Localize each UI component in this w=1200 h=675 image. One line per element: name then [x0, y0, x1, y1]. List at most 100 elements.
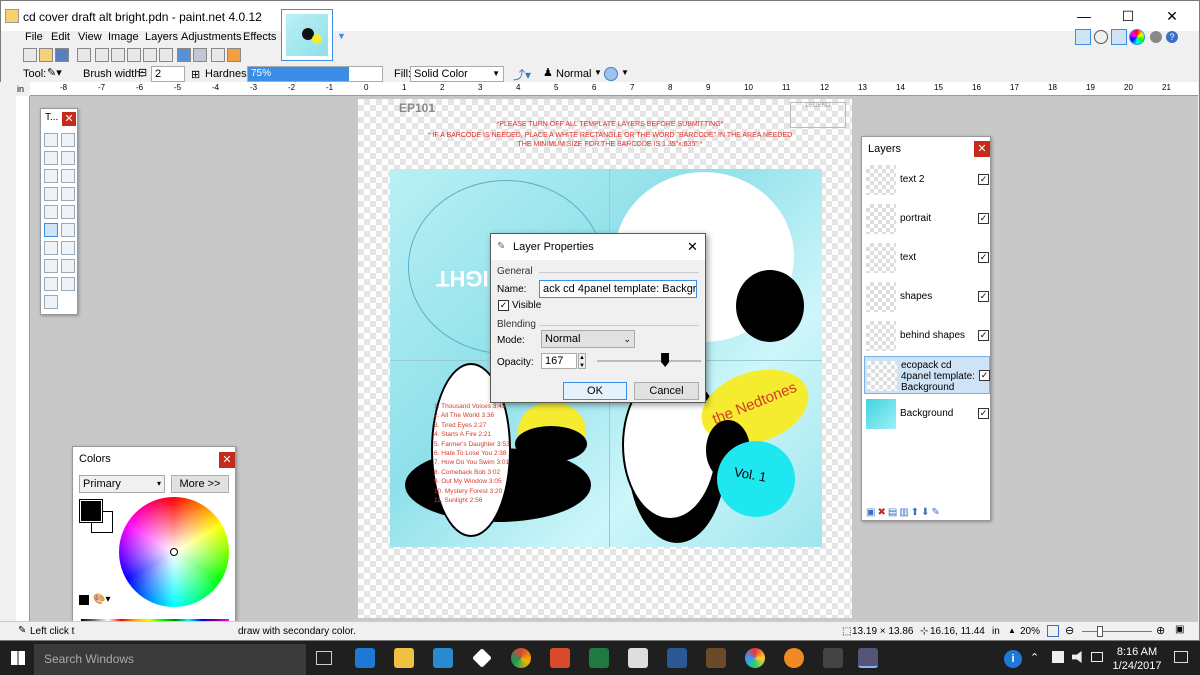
layer-name-input[interactable]: ack cd 4panel template: Background [539, 280, 697, 298]
zoom-in-icon[interactable]: ⊕ [1156, 624, 1165, 637]
menu-image[interactable]: Image [108, 31, 139, 43]
more-colors-button[interactable]: More >> [171, 475, 229, 493]
merge-layer-icon[interactable]: ▥ [899, 507, 910, 518]
app-icon-3[interactable] [433, 648, 453, 668]
opacity-slider-track[interactable] [597, 360, 701, 362]
menu-file[interactable]: File [25, 31, 43, 43]
hardness-slider[interactable]: 75% [247, 66, 383, 82]
color-wheel-cursor[interactable] [170, 548, 178, 556]
shapes-tool-icon[interactable] [44, 295, 58, 309]
blend-mode-select[interactable]: Normal ⌄ [541, 330, 635, 348]
actual-size-icon[interactable]: ▣ [1175, 624, 1184, 635]
units-select[interactable]: in [992, 626, 1000, 637]
layer-properties-icon[interactable]: ✎ [932, 507, 942, 518]
move-layer-up-icon[interactable]: ⬆ [911, 507, 921, 518]
app-icon-11[interactable] [745, 648, 765, 668]
menu-effects[interactable]: Effects [243, 31, 276, 43]
word-icon[interactable] [667, 648, 687, 668]
windows-start-icon[interactable] [11, 651, 25, 665]
layer-visibility-checkbox[interactable]: ✓ [978, 174, 989, 185]
paint-bucket-tool-icon[interactable] [44, 205, 58, 219]
menu-adjustments[interactable]: Adjustments [181, 31, 242, 43]
text-tool-icon[interactable] [44, 277, 58, 291]
zoom-slider-thumb[interactable] [1097, 626, 1103, 637]
layer-row[interactable]: shapes ✓ [864, 278, 990, 316]
zoom-slider-track[interactable] [1082, 631, 1152, 632]
message-icon[interactable] [1091, 652, 1103, 662]
brush-width-input[interactable]: 2 [151, 66, 185, 82]
layer-row[interactable]: text 2 ✓ [864, 161, 990, 199]
fill-select[interactable]: Solid Color ▼ [410, 66, 504, 82]
app-icon-12[interactable] [784, 648, 804, 668]
close-button[interactable]: ✕ [1149, 1, 1195, 31]
undo-icon[interactable] [177, 48, 191, 62]
paintbrush-icon[interactable]: ✎▾ [47, 66, 69, 82]
layer-visibility-checkbox[interactable]: ✓ [978, 252, 989, 263]
blend-mode-value[interactable]: Normal [556, 68, 591, 80]
layer-visibility-checkbox[interactable]: ✓ [979, 370, 990, 381]
dialog-close-button[interactable]: ✕ [687, 239, 698, 255]
line-curve-tool-icon[interactable] [61, 277, 75, 291]
edge-icon[interactable] [355, 648, 375, 668]
add-layer-icon[interactable]: ▣ [866, 507, 877, 518]
menu-layers[interactable]: Layers [145, 31, 178, 43]
powerpoint-icon[interactable] [550, 648, 570, 668]
magic-wand-tool-icon[interactable] [44, 187, 58, 201]
clone-stamp-tool-icon[interactable] [44, 259, 58, 273]
ok-button[interactable]: OK [563, 382, 627, 400]
move-selection-tool-icon[interactable] [61, 133, 75, 147]
app-icon-10[interactable] [706, 648, 726, 668]
network-icon[interactable] [1052, 651, 1064, 663]
color-picker-tool-icon[interactable] [61, 241, 75, 255]
brush-width-increase-icon[interactable]: ⊞ [191, 68, 200, 81]
chevron-down-icon[interactable]: ▼ [621, 68, 629, 77]
info-notification-icon[interactable]: i [1004, 650, 1022, 668]
app-icon-13[interactable] [823, 648, 843, 668]
layers-panel-close-button[interactable]: ✕ [974, 141, 990, 157]
chevron-down-icon[interactable]: ▼ [594, 68, 602, 77]
rectangle-select-tool-icon[interactable] [44, 133, 58, 147]
layer-visibility-checkbox[interactable]: ✓ [978, 330, 989, 341]
zoom-tool-icon[interactable] [61, 169, 75, 183]
taskbar-time[interactable]: 8:16 AM [1112, 646, 1162, 658]
opacity-slider-thumb[interactable] [661, 353, 670, 367]
layer-row[interactable]: behind shapes ✓ [864, 317, 990, 355]
open-icon[interactable] [39, 48, 53, 62]
minimize-button[interactable]: — [1061, 1, 1107, 31]
ellipse-select-tool-icon[interactable] [44, 169, 58, 183]
layer-visibility-checkbox[interactable]: ✓ [978, 408, 989, 419]
action-center-icon[interactable] [1174, 651, 1188, 663]
grid-icon[interactable] [211, 48, 225, 62]
chevron-down-icon[interactable]: ▲ [1008, 626, 1016, 635]
palette-menu-icon[interactable]: 🎨▾ [93, 594, 110, 605]
pan-tool-icon[interactable] [61, 187, 75, 201]
paintnet-taskbar-icon[interactable] [858, 648, 878, 668]
move-layer-down-icon[interactable]: ⬇ [921, 507, 931, 518]
menu-view[interactable]: View [78, 31, 102, 43]
lasso-select-tool-icon[interactable] [44, 151, 58, 165]
opacity-spinner[interactable]: ▲ ▼ [578, 353, 586, 369]
layer-visibility-checkbox[interactable]: ✓ [978, 213, 989, 224]
blend-mode-icon[interactable]: ♟ [543, 66, 553, 79]
save-icon[interactable] [55, 48, 69, 62]
visible-checkbox[interactable]: ✓ [498, 300, 509, 311]
layer-row[interactable]: ecopack cd 4panel template: Background ✓ [864, 356, 990, 394]
paintbrush-tool-icon[interactable] [44, 223, 58, 237]
cut-icon[interactable] [95, 48, 109, 62]
primary-color-select[interactable]: Primary ▾ [79, 475, 165, 493]
zoom-out-icon[interactable]: ⊖ [1065, 624, 1074, 637]
gradient-tool-icon[interactable] [61, 205, 75, 219]
new-icon[interactable] [23, 48, 37, 62]
chrome-icon[interactable] [511, 648, 531, 668]
layer-row[interactable]: Background ✓ [864, 395, 990, 433]
duplicate-layer-icon[interactable]: ▤ [888, 507, 899, 518]
excel-icon[interactable] [589, 648, 609, 668]
redo-icon[interactable] [193, 48, 207, 62]
menu-edit[interactable]: Edit [51, 31, 70, 43]
pixel-grid-icon[interactable] [227, 48, 241, 62]
primary-color-swatch[interactable] [79, 499, 103, 523]
brush-width-decrease-icon[interactable]: ⊟ [138, 66, 148, 82]
maximize-button[interactable]: ☐ [1105, 1, 1151, 31]
taskbar-date[interactable]: 1/24/2017 [1108, 660, 1166, 672]
zoom-value[interactable]: 20% [1020, 626, 1040, 637]
